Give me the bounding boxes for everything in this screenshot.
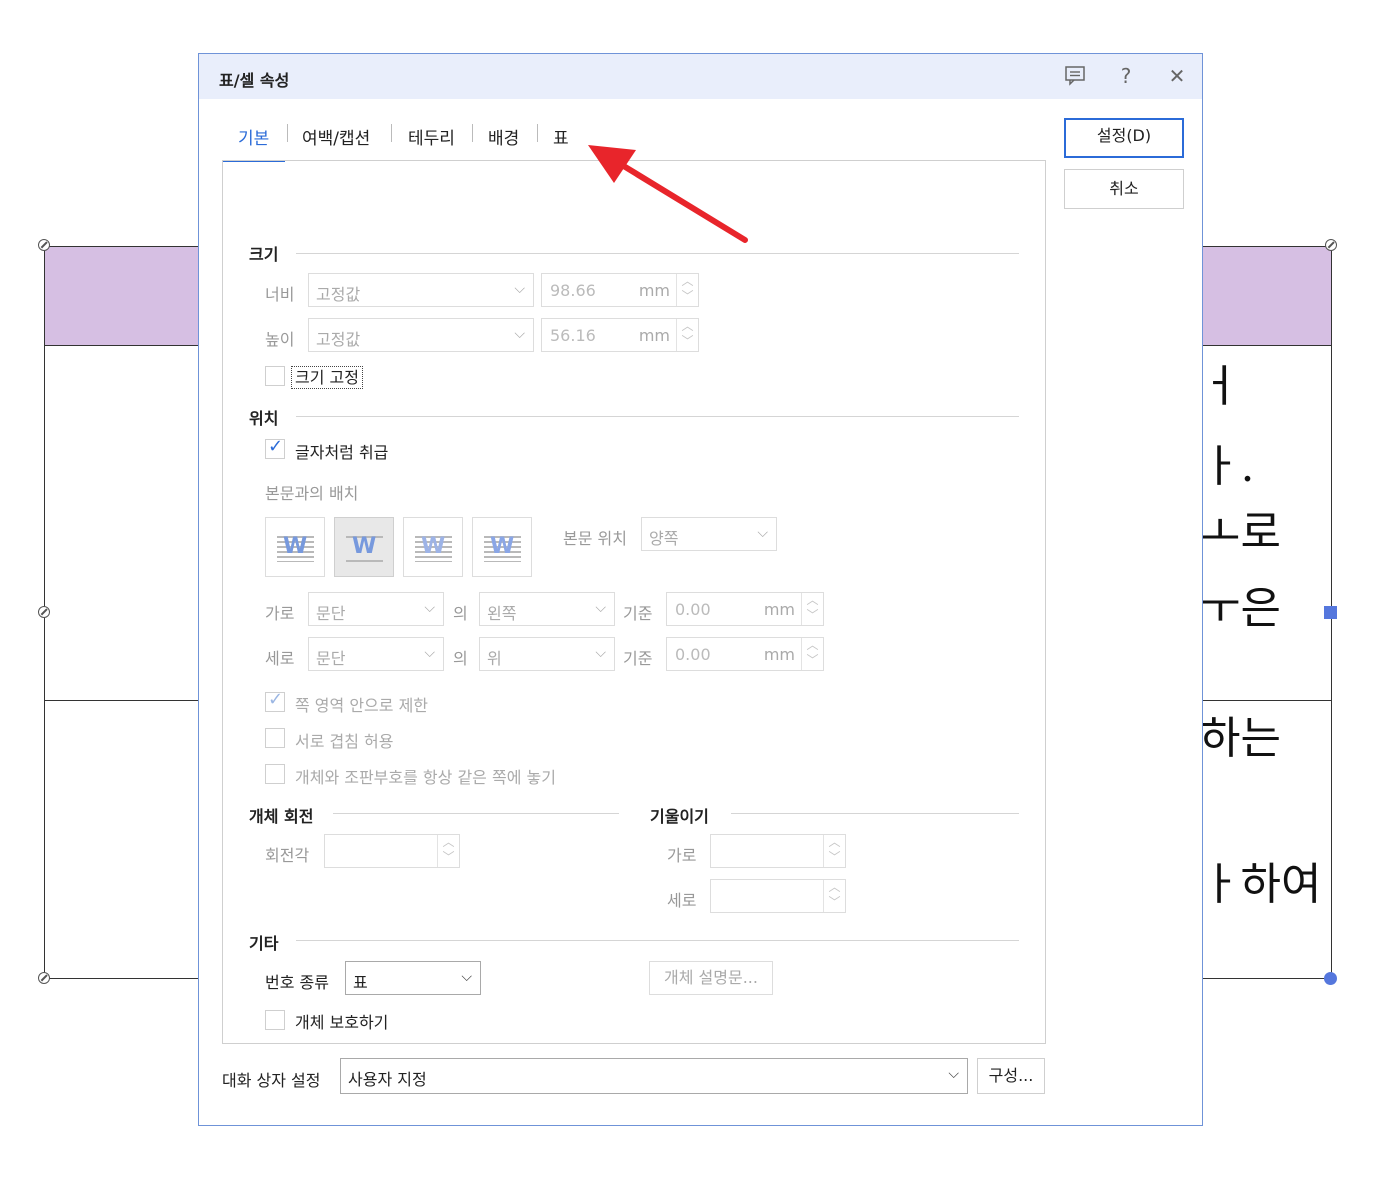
annotation-arrow [588,145,748,243]
